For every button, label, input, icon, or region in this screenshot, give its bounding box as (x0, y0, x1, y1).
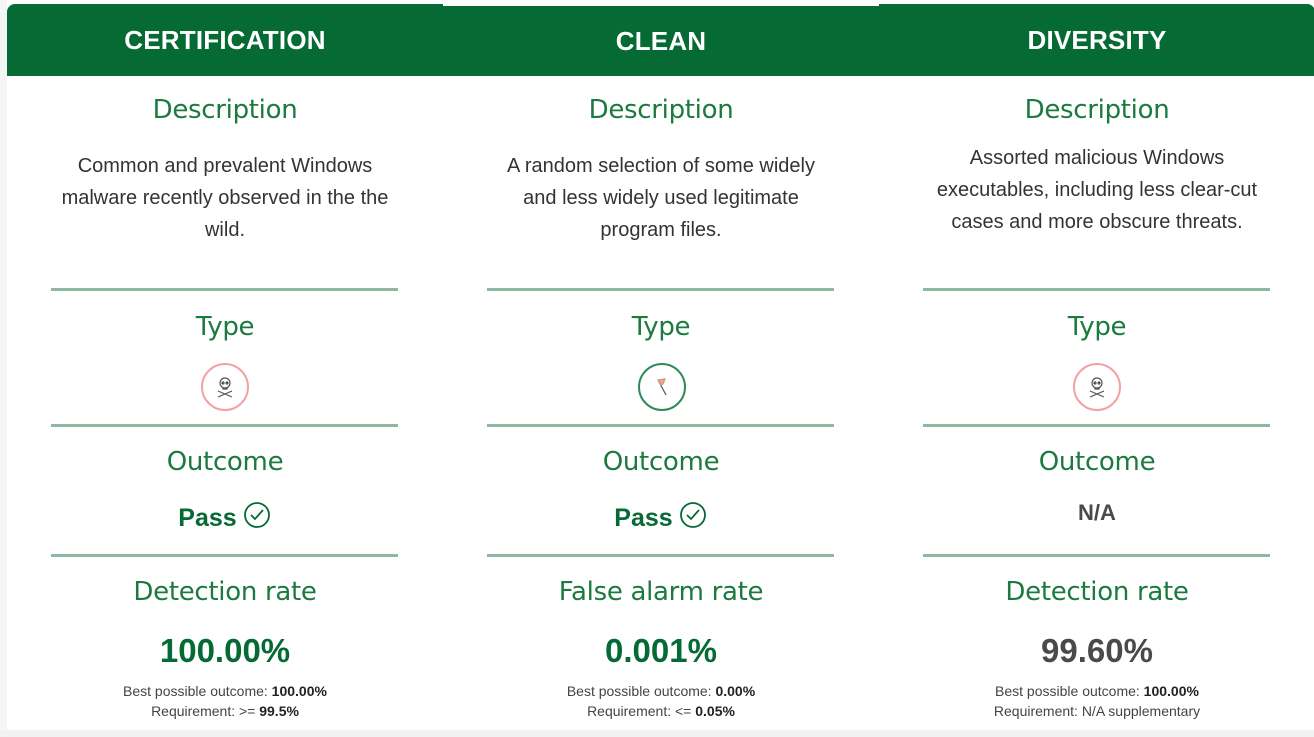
best-value: 0.00% (715, 683, 756, 699)
requirement-note: Requirement: >= 99.5% (7, 701, 443, 721)
requirement-note: Requirement: <= 0.05% (443, 701, 879, 721)
type-title: Type (1067, 312, 1127, 342)
description-title: Description (152, 95, 298, 125)
description-text: A random selection of some widely and le… (507, 155, 815, 241)
divider (487, 288, 834, 291)
best-outcome-note: Best possible outcome: 100.00% (879, 681, 1314, 701)
skull-crossbones-icon (1073, 363, 1121, 411)
requirement-label: Requirement: N/A supplementary (993, 703, 1201, 719)
outcome-value: Pass (443, 500, 879, 537)
outcome-title: Outcome (602, 447, 720, 477)
outcome-title: Outcome (166, 447, 284, 477)
divider (51, 424, 398, 427)
requirement-label: Requirement: >= (151, 703, 260, 719)
column-diversity: DIVERSITY Description Assorted malicious… (879, 0, 1314, 730)
rate-value: 0.001% (605, 632, 717, 669)
outcome-title: Outcome (1038, 447, 1156, 477)
divider (51, 554, 398, 557)
best-outcome-note: Best possible outcome: 0.00% (443, 681, 879, 701)
best-label: Best possible outcome: (566, 683, 716, 699)
requirement-value: 99.5% (259, 703, 299, 719)
best-label: Best possible outcome: (123, 683, 272, 699)
outcome-label: N/A (1078, 500, 1116, 525)
column-header: CERTIFICATION (7, 4, 443, 76)
column-header: CLEAN (443, 6, 879, 76)
column-clean: CLEAN Description A random selection of … (443, 0, 879, 730)
flag-icon (638, 363, 686, 411)
best-outcome-note: Best possible outcome: 100.00% (7, 681, 443, 701)
description-title: Description (1024, 95, 1170, 125)
column-header: DIVERSITY (879, 4, 1314, 76)
rate-title: Detection rate (1005, 577, 1189, 607)
requirement-note: Requirement: N/A supplementary (879, 701, 1314, 721)
rate-title: False alarm rate (558, 577, 764, 607)
best-value: 100.00% (1143, 683, 1199, 699)
divider (923, 424, 1270, 427)
description-text: Assorted malicious Windows executables, … (936, 147, 1258, 233)
best-label: Best possible outcome: (995, 683, 1144, 699)
rate-title: Detection rate (133, 577, 317, 607)
rate-value: 99.60% (1041, 632, 1153, 669)
column-certification: CERTIFICATION Description Common and pre… (7, 0, 443, 730)
requirement-label: Requirement: <= (587, 703, 696, 719)
requirement-value: 0.05% (695, 703, 735, 719)
check-circle-icon (678, 500, 708, 537)
description-title: Description (588, 95, 734, 125)
divider (923, 288, 1270, 291)
outcome-value: Pass (7, 500, 443, 537)
divider (487, 554, 834, 557)
rate-value: 100.00% (159, 632, 291, 669)
outcome-value: N/A (879, 500, 1314, 526)
type-title: Type (631, 312, 691, 342)
divider (51, 288, 398, 291)
best-value: 100.00% (271, 683, 327, 699)
divider (923, 554, 1270, 557)
bottom-edge (0, 730, 1314, 737)
description-text: Common and prevalent Windows malware rec… (61, 155, 389, 241)
type-title: Type (195, 312, 255, 342)
outcome-label: Pass (614, 504, 673, 532)
check-circle-icon (242, 500, 272, 537)
skull-crossbones-icon (201, 363, 249, 411)
outcome-label: Pass (178, 504, 237, 532)
test-results-board: CERTIFICATION Description Common and pre… (7, 0, 1314, 730)
divider (487, 424, 834, 427)
